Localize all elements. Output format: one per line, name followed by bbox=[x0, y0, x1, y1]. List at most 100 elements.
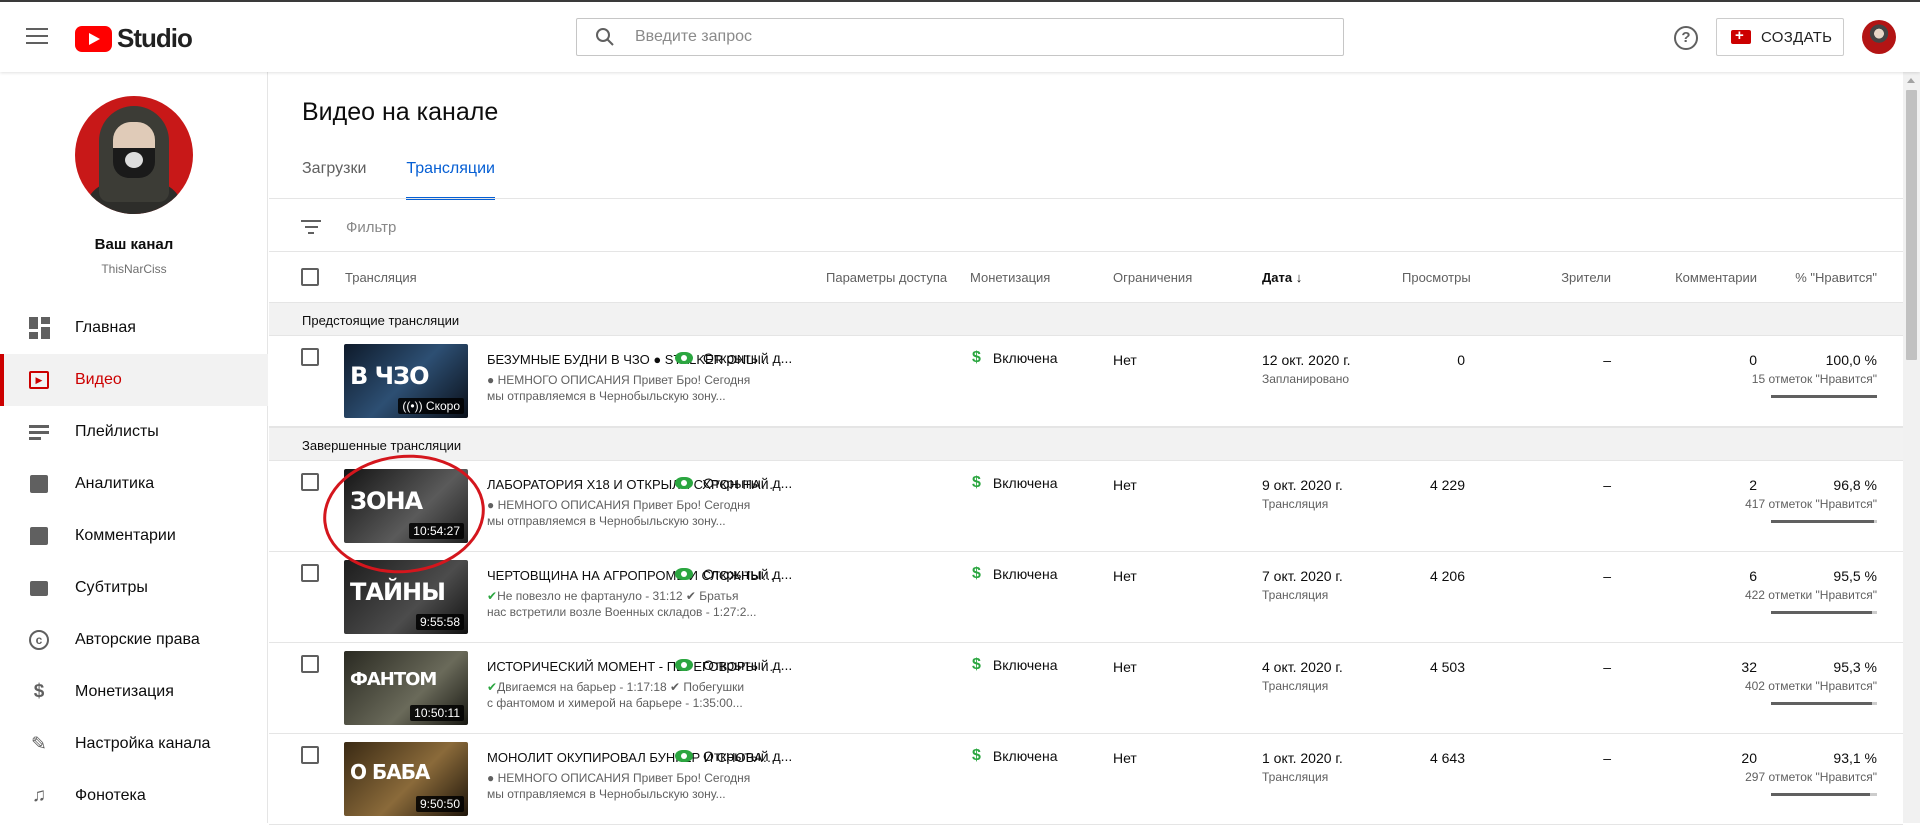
likes-percent: 100,0 % bbox=[1825, 352, 1877, 368]
comments-icon bbox=[28, 525, 50, 547]
sidebar-item-subtitles[interactable]: Субтитры bbox=[0, 562, 268, 614]
video-thumbnail[interactable]: ЗОНА 10:54:27 bbox=[344, 469, 468, 543]
tab-live[interactable]: Трансляции bbox=[406, 160, 495, 200]
likes-percent: 96,8 % bbox=[1833, 477, 1877, 493]
monetization-status[interactable]: $ Включена bbox=[972, 565, 1058, 583]
row-checkbox[interactable] bbox=[301, 564, 319, 582]
thumbnail-text: ФАНТОМ bbox=[350, 669, 437, 690]
eye-icon bbox=[675, 568, 693, 580]
sidebar-item-audio-library[interactable]: ♫ Фонотека bbox=[0, 770, 268, 822]
thumbnail-text: ТАЙНЫ bbox=[350, 578, 446, 606]
restrictions-value: Нет bbox=[1113, 477, 1137, 493]
video-thumbnail[interactable]: ТАЙНЫ 9:55:58 bbox=[344, 560, 468, 634]
search-input[interactable] bbox=[635, 25, 1315, 49]
video-duration: ((•)) Скоро bbox=[398, 398, 464, 414]
monetization-status[interactable]: $ Включена bbox=[972, 656, 1058, 674]
filter-icon[interactable] bbox=[300, 216, 322, 238]
video-duration: 10:54:27 bbox=[409, 523, 464, 539]
video-duration: 9:50:50 bbox=[415, 796, 464, 812]
scroll-up-arrow-icon[interactable] bbox=[1907, 78, 1915, 83]
video-description: ● НЕМНОГО ОПИСАНИЯ Привет Бро! Сегодня мы… bbox=[487, 771, 751, 801]
select-all-checkbox[interactable] bbox=[301, 268, 319, 286]
monetization-status[interactable]: $ Включена bbox=[972, 747, 1058, 765]
create-button[interactable]: СОЗДАТЬ bbox=[1716, 18, 1844, 56]
section-label: Завершенные трансляции bbox=[302, 438, 462, 453]
sidebar-item-label: Субтитры bbox=[75, 579, 148, 596]
comments-value: 20 bbox=[1741, 750, 1757, 766]
monetization-status[interactable]: $ Включена bbox=[972, 474, 1058, 492]
likes-bar bbox=[1771, 793, 1877, 796]
date-value: 1 окт. 2020 г. bbox=[1262, 750, 1343, 766]
column-likes[interactable]: % "Нравится" bbox=[1769, 270, 1877, 285]
date-status: Трансляция bbox=[1262, 497, 1329, 511]
viewers-value: – bbox=[1603, 352, 1611, 368]
row-checkbox[interactable] bbox=[301, 746, 319, 764]
date-status: Трансляция bbox=[1262, 588, 1329, 602]
sidebar-item-copyright[interactable]: c Авторские права bbox=[0, 614, 268, 666]
eye-icon bbox=[675, 352, 693, 364]
table-row[interactable]: ФАНТОМ 10:50:11 ИСТОРИЧЕСКИЙ МОМЕНТ - ПЕ… bbox=[269, 643, 1903, 734]
scrollbar-thumb[interactable] bbox=[1906, 90, 1917, 360]
video-thumbnail[interactable]: ФАНТОМ 10:50:11 bbox=[344, 651, 468, 725]
sidebar-item-dashboard[interactable]: Главная bbox=[0, 302, 268, 354]
access-dropdown[interactable]: Открытый д... bbox=[675, 475, 792, 491]
table-row[interactable]: ТАЙНЫ 9:55:58 ЧЕРТОВЩИНА НА АГРОПРОМЕ И … bbox=[269, 552, 1903, 643]
likes-percent: 93,1 % bbox=[1833, 750, 1877, 766]
help-icon[interactable]: ? bbox=[1674, 26, 1698, 50]
column-comments[interactable]: Комментарии bbox=[1647, 270, 1757, 285]
sidebar-item-playlists[interactable]: Плейлисты bbox=[0, 406, 268, 458]
row-checkbox[interactable] bbox=[301, 348, 319, 366]
sidebar-item-comments[interactable]: Комментарии bbox=[0, 510, 268, 562]
create-label: СОЗДАТЬ bbox=[1761, 28, 1833, 46]
likes-percent: 95,5 % bbox=[1833, 568, 1877, 584]
video-thumbnail[interactable]: В ЧЗО ((•)) Скоро bbox=[344, 344, 468, 418]
channel-avatar[interactable] bbox=[75, 96, 193, 214]
access-dropdown[interactable]: Открытый д... bbox=[675, 657, 792, 673]
channel-name: Ваш канал bbox=[94, 236, 174, 253]
sidebar-item-customization[interactable]: ✎ Настройка канала bbox=[0, 718, 268, 770]
likes-count: 297 отметок "Нравится" bbox=[1745, 770, 1877, 784]
table-row[interactable]: ЗОНА 10:54:27 ЛАБОРАТОРИЯ X18 И ОТКРЫЛИ … bbox=[269, 461, 1903, 552]
analytics-icon bbox=[28, 473, 50, 495]
tab-uploads[interactable]: Загрузки bbox=[302, 160, 366, 200]
youtube-play-icon bbox=[75, 25, 112, 52]
column-views[interactable]: Просмотры bbox=[1402, 270, 1471, 285]
dollar-icon: $ bbox=[972, 565, 981, 582]
filter-input[interactable]: Фильтр bbox=[346, 219, 396, 236]
row-checkbox[interactable] bbox=[301, 655, 319, 673]
video-thumbnail[interactable]: О БАБА 9:50:50 bbox=[344, 742, 468, 816]
views-value: 4 229 bbox=[1429, 477, 1465, 493]
eye-icon bbox=[675, 659, 693, 671]
column-restrictions[interactable]: Ограничения bbox=[1113, 270, 1192, 285]
column-date[interactable]: Дата ↓ bbox=[1262, 270, 1302, 285]
playlist-icon bbox=[28, 421, 50, 443]
date-status: Трансляция bbox=[1262, 770, 1329, 784]
account-avatar[interactable] bbox=[1862, 20, 1896, 54]
eye-icon bbox=[675, 750, 693, 762]
sidebar-item-analytics[interactable]: Аналитика bbox=[0, 458, 268, 510]
sidebar-item-monetization[interactable]: $ Монетизация bbox=[0, 666, 268, 718]
column-monetization[interactable]: Монетизация bbox=[970, 270, 1050, 285]
comments-value: 2 bbox=[1749, 477, 1757, 493]
sidebar-item-videos[interactable]: ▶ Видео bbox=[0, 354, 268, 406]
sidebar-item-label: Плейлисты bbox=[75, 423, 159, 440]
menu-icon[interactable] bbox=[26, 28, 48, 46]
table-row[interactable]: О БАБА 9:50:50 МОНОЛИТ ОКУПИРОВАЛ БУНКЕР… bbox=[269, 734, 1903, 825]
access-dropdown[interactable]: Открытый д... bbox=[675, 748, 792, 764]
table-row[interactable]: В ЧЗО ((•)) Скоро БЕЗУМНЫЕ БУДНИ В ЧЗО ●… bbox=[269, 336, 1903, 427]
studio-logo[interactable]: Studio bbox=[75, 23, 193, 54]
sidebar-item-label: Аналитика bbox=[75, 475, 155, 492]
filter-bar[interactable]: Фильтр bbox=[300, 216, 396, 238]
access-dropdown[interactable]: Открытый д... bbox=[675, 350, 792, 366]
sidebar-item-label: Видео bbox=[75, 371, 122, 388]
likes-bar bbox=[1771, 395, 1877, 398]
customize-icon: ✎ bbox=[31, 733, 47, 755]
monetization-status[interactable]: $ Включена bbox=[972, 349, 1058, 367]
column-access[interactable]: Параметры доступа bbox=[826, 270, 947, 285]
access-dropdown[interactable]: Открытый д... bbox=[675, 566, 792, 582]
scrollbar[interactable] bbox=[1903, 72, 1920, 823]
row-checkbox[interactable] bbox=[301, 473, 319, 491]
search-box[interactable] bbox=[576, 18, 1344, 56]
section-label: Предстоящие трансляции bbox=[302, 313, 460, 328]
column-viewers[interactable]: Зрители bbox=[1541, 270, 1611, 285]
